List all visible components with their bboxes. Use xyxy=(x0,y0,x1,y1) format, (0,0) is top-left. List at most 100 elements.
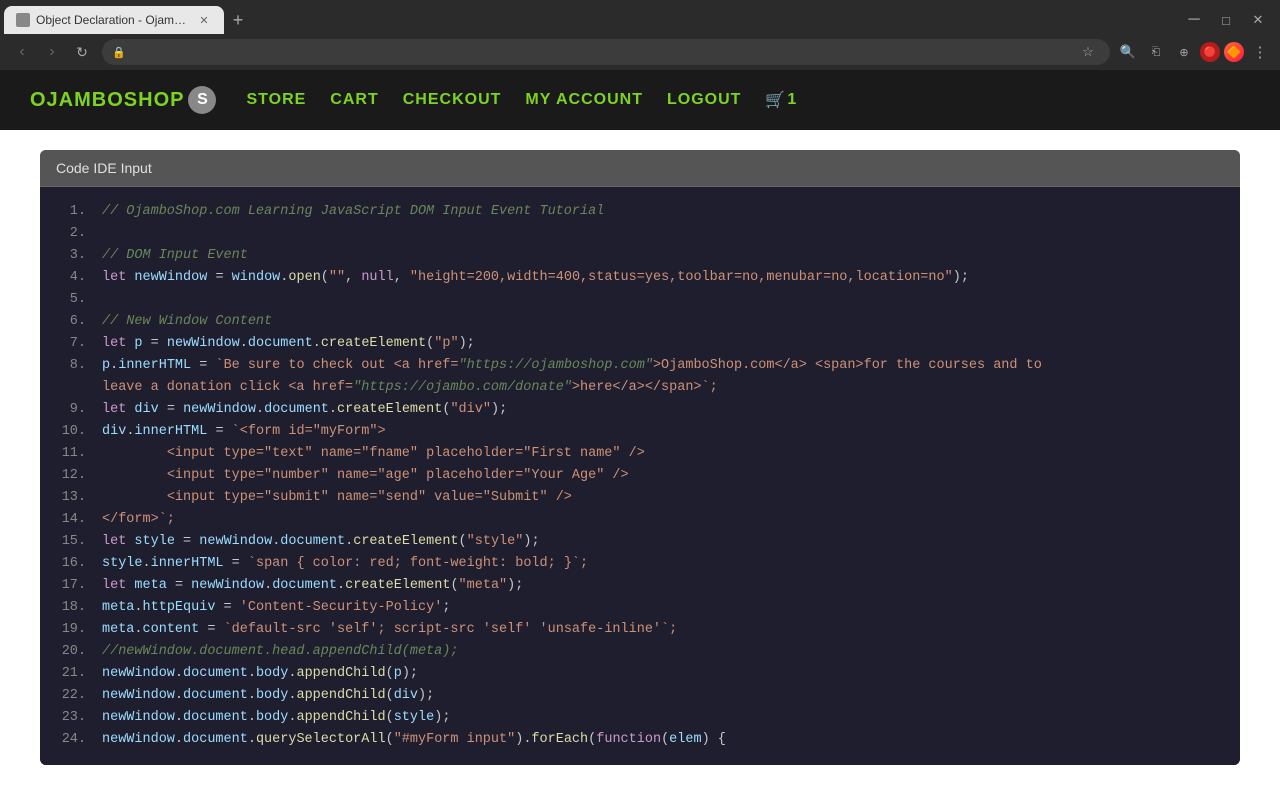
code-line-4: 4. let newWindow = window.open("", null,… xyxy=(40,267,1240,289)
line-num-6: 6. xyxy=(56,311,86,333)
line-num-1: 1. xyxy=(56,201,86,223)
nav-link-checkout[interactable]: CHECKOUT xyxy=(403,91,502,109)
url-input[interactable]: ojamboshop.com/ojamboshopaycontent/learn… xyxy=(132,45,1070,60)
code-line-16: 16. style.innerHTML = `span { color: red… xyxy=(40,553,1240,575)
cart-count: 1 xyxy=(787,91,796,109)
back-button[interactable]: ‹ xyxy=(8,38,36,66)
line-content-7: let p = newWindow.document.createElement… xyxy=(102,333,1224,355)
website-content: OJAMBOSHOP S STORE CART CHECKOUT MY ACCO… xyxy=(0,70,1280,785)
line-num-16: 16. xyxy=(56,553,86,575)
cart-icon[interactable]: 🛒 1 xyxy=(765,90,796,110)
line-content-10: div.innerHTML = `<form id="myForm"> xyxy=(102,421,1224,443)
line-content-3: // DOM Input Event xyxy=(102,245,1224,267)
code-line-15: 15. let style = newWindow.document.creat… xyxy=(40,531,1240,553)
lock-icon: 🔒 xyxy=(112,46,126,59)
line-content-20: //newWindow.document.head.appendChild(me… xyxy=(102,641,1224,663)
nav-link-store[interactable]: STORE xyxy=(246,91,306,109)
line-content-21: newWindow.document.body.appendChild(p); xyxy=(102,663,1224,685)
line-num-10: 10. xyxy=(56,421,86,443)
line-content-6: // New Window Content xyxy=(102,311,1224,333)
nav-link-logout[interactable]: LOGOUT xyxy=(667,91,741,109)
address-bar[interactable]: 🔒 ojamboshop.com/ojamboshopaycontent/lea… xyxy=(102,39,1110,65)
share-icon[interactable]: ⎗ xyxy=(1144,40,1168,64)
line-num-18: 18. xyxy=(56,597,86,619)
profile-avatar-2[interactable]: 🔶 xyxy=(1224,42,1244,62)
line-content-17: let meta = newWindow.document.createElem… xyxy=(102,575,1224,597)
tab-close-button[interactable]: ✕ xyxy=(196,12,212,28)
code-line-14: 14. </form>`; xyxy=(40,509,1240,531)
line-num-23: 23. xyxy=(56,707,86,729)
code-line-6: 6. // New Window Content xyxy=(40,311,1240,333)
line-content-13: <input type="submit" name="send" value="… xyxy=(102,487,1224,509)
close-button[interactable]: ✕ xyxy=(1244,6,1272,34)
line-content-11: <input type="text" name="fname" placehol… xyxy=(102,443,1224,465)
line-num-7: 7. xyxy=(56,333,86,355)
code-line-8b: leave a donation click <a href="https://… xyxy=(40,377,1240,399)
line-content-23: newWindow.document.body.appendChild(styl… xyxy=(102,707,1224,729)
profile-avatar[interactable]: 🔴 xyxy=(1200,42,1220,62)
nav-links: STORE CART CHECKOUT MY ACCOUNT LOGOUT 🛒 … xyxy=(246,90,1250,110)
line-content-19: meta.content = `default-src 'self'; scri… xyxy=(102,619,1224,641)
maximize-button[interactable]: □ xyxy=(1212,6,1240,34)
line-content-16: style.innerHTML = `span { color: red; fo… xyxy=(102,553,1224,575)
browser-chrome: Object Declaration - Ojamb... ✕ + ─ □ ✕ … xyxy=(0,0,1280,70)
reload-button[interactable]: ↻ xyxy=(68,38,96,66)
code-line-17: 17. let meta = newWindow.document.create… xyxy=(40,575,1240,597)
line-content-9: let div = newWindow.document.createEleme… xyxy=(102,399,1224,421)
code-line-24: 24. newWindow.document.querySelectorAll(… xyxy=(40,729,1240,751)
line-num-4: 4. xyxy=(56,267,86,289)
tab-bar: Object Declaration - Ojamb... ✕ + ─ □ ✕ xyxy=(0,0,1280,34)
line-num-20: 20. xyxy=(56,641,86,663)
search-icon[interactable]: 🔍 xyxy=(1116,40,1140,64)
line-num-8: 8. xyxy=(56,355,86,377)
site-logo[interactable]: OJAMBOSHOP S xyxy=(30,86,216,114)
code-line-18: 18. meta.httpEquiv = 'Content-Security-P… xyxy=(40,597,1240,619)
code-line-1: 1. // OjamboShop.com Learning JavaScript… xyxy=(40,201,1240,223)
nav-link-cart[interactable]: CART xyxy=(330,91,378,109)
code-line-5: 5. xyxy=(40,289,1240,311)
code-editor-wrapper: Code IDE Input 1. // OjamboShop.com Lear… xyxy=(0,130,1280,785)
code-line-9: 9. let div = newWindow.document.createEl… xyxy=(40,399,1240,421)
code-line-19: 19. meta.content = `default-src 'self'; … xyxy=(40,619,1240,641)
menu-icon[interactable]: ⋮ xyxy=(1248,40,1272,64)
tab-favicon xyxy=(16,13,30,27)
code-line-7: 7. let p = newWindow.document.createElem… xyxy=(40,333,1240,355)
line-content-18: meta.httpEquiv = 'Content-Security-Polic… xyxy=(102,597,1224,619)
toolbar-right: 🔍 ⎗ ⊕ 🔴 🔶 ⋮ xyxy=(1116,40,1272,64)
address-bar-row: ‹ › ↻ 🔒 ojamboshop.com/ojamboshopayconte… xyxy=(0,34,1280,70)
line-num-17: 17. xyxy=(56,575,86,597)
code-line-13: 13. <input type="submit" name="send" val… xyxy=(40,487,1240,509)
line-content-14: </form>`; xyxy=(102,509,1224,531)
line-num-24: 24. xyxy=(56,729,86,751)
line-num-13: 13. xyxy=(56,487,86,509)
line-num-11: 11. xyxy=(56,443,86,465)
logo-text: OJAMBOSHOP xyxy=(30,89,184,112)
line-num-14: 14. xyxy=(56,509,86,531)
code-line-20: 20. //newWindow.document.head.appendChil… xyxy=(40,641,1240,663)
line-content-12: <input type="number" name="age" placehol… xyxy=(102,465,1224,487)
line-num-9: 9. xyxy=(56,399,86,421)
logo-icon: S xyxy=(188,86,216,114)
code-line-8: 8. p.innerHTML = `Be sure to check out <… xyxy=(40,355,1240,377)
line-content-8b: leave a donation click <a href="https://… xyxy=(102,377,1224,399)
more-icon[interactable]: ⊕ xyxy=(1172,40,1196,64)
code-line-11: 11. <input type="text" name="fname" plac… xyxy=(40,443,1240,465)
bookmark-icon[interactable]: ☆ xyxy=(1076,40,1100,64)
line-content-15: let style = newWindow.document.createEle… xyxy=(102,531,1224,553)
nav-controls: ‹ › ↻ xyxy=(8,38,96,66)
code-line-22: 22. newWindow.document.body.appendChild(… xyxy=(40,685,1240,707)
new-tab-button[interactable]: + xyxy=(224,6,252,34)
nav-link-my-account[interactable]: MY ACCOUNT xyxy=(525,91,643,109)
line-content-2 xyxy=(102,223,1224,245)
minimize-button[interactable]: ─ xyxy=(1180,6,1208,34)
code-line-23: 23. newWindow.document.body.appendChild(… xyxy=(40,707,1240,729)
code-line-10: 10. div.innerHTML = `<form id="myForm"> xyxy=(40,421,1240,443)
code-ide-box: Code IDE Input 1. // OjamboShop.com Lear… xyxy=(40,150,1240,765)
code-line-3: 3. // DOM Input Event xyxy=(40,245,1240,267)
line-num-3: 3. xyxy=(56,245,86,267)
active-tab[interactable]: Object Declaration - Ojamb... ✕ xyxy=(4,6,224,34)
forward-button[interactable]: › xyxy=(38,38,66,66)
line-content-22: newWindow.document.body.appendChild(div)… xyxy=(102,685,1224,707)
line-num-2: 2. xyxy=(56,223,86,245)
code-ide-header: Code IDE Input xyxy=(40,150,1240,187)
